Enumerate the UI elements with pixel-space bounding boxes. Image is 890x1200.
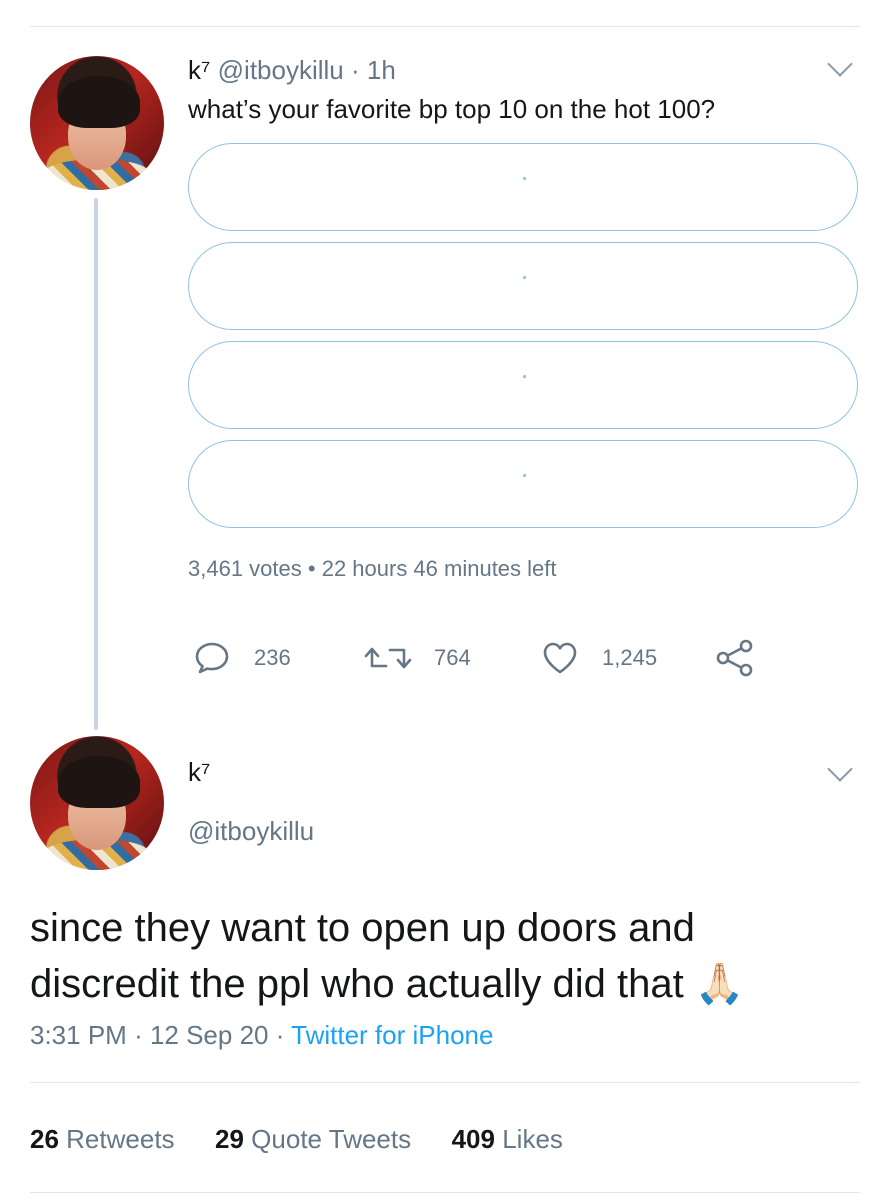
likes-stat[interactable]: 409 Likes <box>452 1124 563 1154</box>
reply-button[interactable]: 236 <box>192 636 291 680</box>
poll-option-3[interactable] <box>188 341 858 429</box>
quotes-label: Quote Tweets <box>251 1124 412 1154</box>
reply-icon <box>195 642 229 674</box>
reply-text-block: since they want to open up doors and dis… <box>30 900 850 1012</box>
retweets-label: Retweets <box>66 1124 175 1154</box>
divider <box>30 1082 860 1083</box>
share-button[interactable] <box>714 636 756 680</box>
reply-text: since they want to open up doors and dis… <box>30 906 695 1006</box>
top-divider <box>30 26 860 27</box>
retweets-count: 26 <box>30 1124 59 1154</box>
retweet-button[interactable]: 764 <box>364 636 471 680</box>
bottom-divider <box>30 1192 860 1193</box>
retweet-count: 764 <box>434 645 471 670</box>
handle[interactable]: @itboykillu <box>218 55 344 85</box>
engagement-stats: 26 Retweets 29 Quote Tweets 409 Likes <box>30 1122 563 1156</box>
tweet-text: what’s your favorite bp top 10 on the ho… <box>188 94 716 124</box>
poll-option-2[interactable] <box>188 242 858 330</box>
chevron-down-icon[interactable] <box>827 51 853 77</box>
folded-hands-emoji: 🙏🏻 <box>694 961 745 1007</box>
poll-votes: 3,461 votes <box>188 556 302 581</box>
avatar[interactable] <box>30 736 164 870</box>
heart-icon <box>543 642 577 674</box>
poll-meta: 3,461 votes • 22 hours 46 minutes left <box>188 555 557 583</box>
likes-label: Likes <box>502 1124 563 1154</box>
reply-meta: 3:31 PM · 12 Sep 20 · Twitter for iPhone <box>30 1018 493 1052</box>
reply-count: 236 <box>254 645 291 670</box>
likes-count: 409 <box>451 1124 495 1154</box>
source-link[interactable]: Twitter for iPhone <box>291 1020 493 1050</box>
time-ago[interactable]: · 1h <box>351 55 396 85</box>
quotes-stat[interactable]: 29 Quote Tweets <box>215 1124 411 1154</box>
like-count: 1,245 <box>602 645 658 670</box>
thread-line <box>94 198 98 730</box>
poll-option-1[interactable] <box>188 143 858 231</box>
handle[interactable]: @itboykillu <box>188 815 314 847</box>
retweet-icon <box>364 647 412 669</box>
tweet-header: k⁷ @itboykillu · 1h <box>188 54 396 86</box>
share-icon <box>716 639 753 677</box>
poll-time-left: 22 hours 46 minutes left <box>321 556 557 581</box>
quotes-count: 29 <box>215 1124 244 1154</box>
reply-time: 3:31 PM <box>30 1020 127 1050</box>
display-name[interactable]: k⁷ <box>188 55 210 85</box>
retweets-stat[interactable]: 26 Retweets <box>30 1124 175 1154</box>
poll-separator: • <box>307 556 316 581</box>
reply-date: · 12 Sep 20 · <box>134 1020 285 1050</box>
poll-option-4[interactable] <box>188 440 858 528</box>
display-name[interactable]: k⁷ <box>188 756 210 788</box>
chevron-down-icon[interactable] <box>827 756 853 782</box>
avatar[interactable] <box>30 56 164 190</box>
like-button[interactable]: 1,245 <box>540 636 657 680</box>
